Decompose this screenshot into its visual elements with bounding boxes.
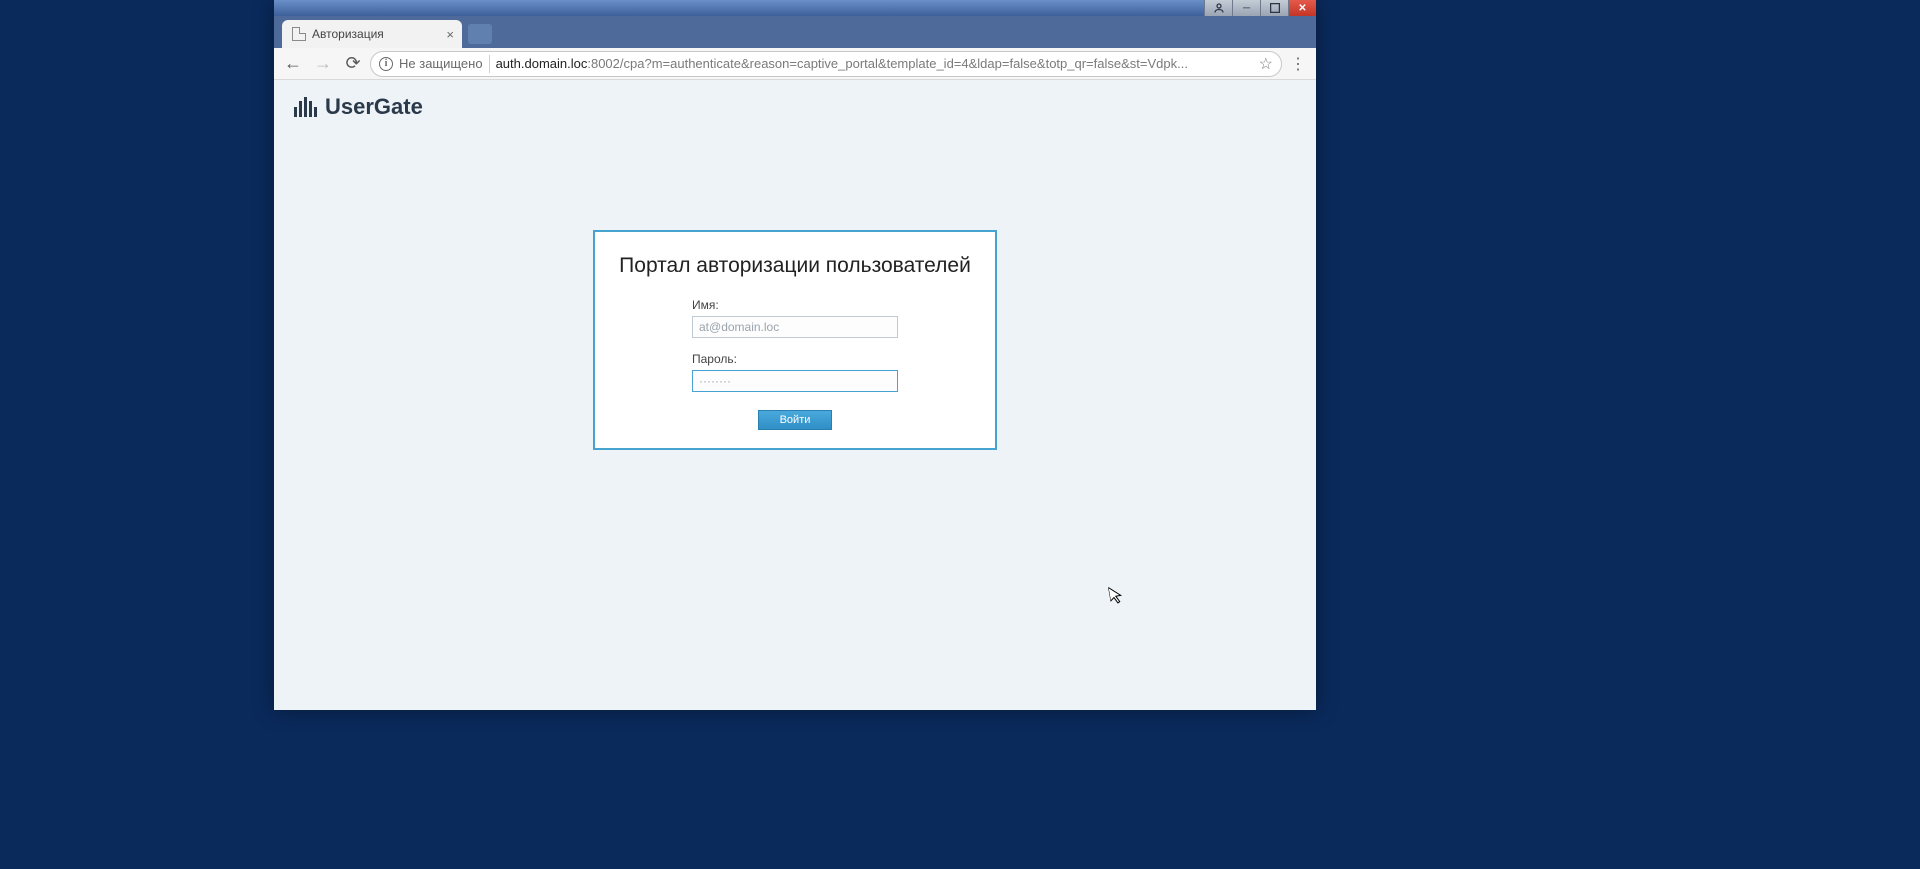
tab-title: Авторизация — [312, 27, 384, 41]
password-input[interactable] — [692, 370, 898, 392]
bookmark-icon[interactable]: ☆ — [1259, 54, 1273, 74]
browser-window: ─ ✕ Авторизация × ← → ⟳ i Не защищено au… — [274, 0, 1316, 710]
close-button[interactable]: ✕ — [1288, 0, 1316, 16]
separator — [489, 55, 490, 73]
browser-tab[interactable]: Авторизация × — [282, 20, 462, 48]
tab-close-icon[interactable]: × — [446, 28, 454, 41]
logo-text: UserGate — [325, 94, 423, 120]
name-group: Имя: — [692, 298, 898, 338]
window-titlebar: ─ ✕ — [274, 0, 1316, 16]
auth-card: Портал авторизации пользователей Имя: Па… — [593, 230, 997, 450]
logo-bars-icon — [294, 97, 317, 117]
minimize-button[interactable]: ─ — [1232, 0, 1260, 16]
reload-button[interactable]: ⟳ — [340, 51, 366, 77]
auth-title: Портал авторизации пользователей — [615, 254, 975, 278]
cursor-icon — [1108, 585, 1126, 610]
password-label: Пароль: — [692, 352, 898, 366]
new-tab-button[interactable] — [468, 24, 492, 44]
tabs-row: Авторизация × — [274, 16, 1316, 48]
address-bar[interactable]: i Не защищено auth.domain.loc:8002/cpa?m… — [370, 51, 1282, 77]
maximize-button[interactable] — [1260, 0, 1288, 16]
user-button[interactable] — [1204, 0, 1232, 16]
menu-button[interactable]: ⋮ — [1286, 52, 1310, 76]
page-icon — [292, 27, 306, 41]
url-text: auth.domain.loc:8002/cpa?m=authenticate&… — [496, 56, 1253, 71]
back-button[interactable]: ← — [280, 51, 306, 77]
address-bar-row: ← → ⟳ i Не защищено auth.domain.loc:8002… — [274, 48, 1316, 80]
info-icon: i — [379, 57, 393, 71]
page-content: UserGate Портал авторизации пользователе… — [274, 80, 1316, 710]
password-group: Пароль: — [692, 352, 898, 392]
login-button[interactable]: Войти — [758, 410, 832, 430]
name-input[interactable] — [692, 316, 898, 338]
security-status: Не защищено — [399, 56, 483, 71]
window-controls: ─ ✕ — [1204, 0, 1316, 16]
name-label: Имя: — [692, 298, 898, 312]
forward-button[interactable]: → — [310, 51, 336, 77]
usergate-logo: UserGate — [294, 94, 1296, 120]
